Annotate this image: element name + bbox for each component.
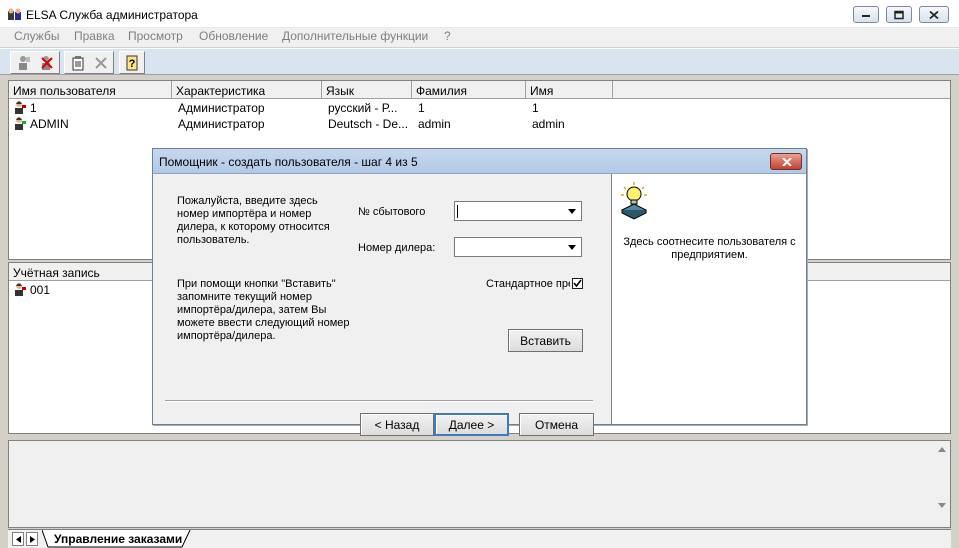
dealer-label: Номер дилера: [358, 242, 436, 254]
help-icon: ? [126, 55, 137, 71]
text-cursor [457, 205, 458, 218]
menu-help[interactable]: ? [444, 29, 451, 43]
chevron-left-icon [15, 535, 21, 543]
paste-icon [72, 56, 83, 71]
chevron-down-icon [568, 244, 576, 250]
dealer-dropdown-button[interactable] [564, 239, 580, 255]
insert-help-text: При помощи кнопки "Вставить" запомните т… [177, 278, 350, 342]
user-icon [15, 117, 26, 130]
insert-button[interactable]: Вставить [508, 329, 583, 352]
lightbulb-icon [620, 182, 648, 220]
tab-next-button[interactable] [26, 532, 38, 546]
col-filler [613, 81, 950, 99]
chevron-right-icon [29, 535, 35, 543]
cell-firstname: 1 [532, 101, 539, 115]
restore-icon [894, 10, 904, 19]
importer-label: № сбытового [358, 206, 426, 218]
col-username[interactable]: Имя пользователя [9, 81, 172, 99]
dealer-combo[interactable] [454, 237, 582, 257]
window-title: ELSA Служба администратора [26, 8, 198, 22]
delete-user-icon [40, 56, 53, 70]
dialog-hint-panel: Здесь соотнесите пользователя с предприя… [611, 174, 806, 424]
col-characteristic[interactable]: Характеристика [172, 81, 322, 99]
cell-username: 1 [30, 101, 37, 115]
cell-characteristic: Администратор [178, 101, 265, 115]
minimize-button[interactable] [853, 6, 879, 23]
col-language[interactable]: Язык [322, 81, 412, 99]
paste-button[interactable] [67, 53, 88, 73]
vertical-scrollbar[interactable] [934, 441, 950, 527]
create-user-wizard-dialog: Помощник - создать пользователя - шаг 4 … [152, 148, 807, 436]
scroll-down-icon[interactable] [938, 503, 946, 508]
toolbar-group-help: ? [119, 51, 145, 74]
user-icon [15, 101, 26, 114]
restore-button[interactable] [886, 6, 912, 23]
toolbar-group-edit [64, 51, 114, 74]
close-icon [929, 10, 939, 19]
chevron-down-icon [568, 208, 576, 214]
dialog-body: Пожалуйста, введите здесь номер импортёр… [153, 174, 612, 436]
menu-services[interactable]: Службы [14, 29, 59, 43]
cell-language: русский - Р... [328, 101, 398, 115]
back-button[interactable]: < Назад [360, 413, 434, 436]
close-icon [782, 158, 792, 166]
tab-prev-button[interactable] [12, 532, 24, 546]
minimize-icon [862, 14, 870, 17]
cancel-button[interactable]: Отмена [519, 413, 594, 436]
delete-button[interactable] [90, 53, 111, 73]
title-bar: ELSA Служба администратора [0, 0, 959, 28]
menu-view[interactable]: Просмотр [128, 29, 183, 43]
intro-text: Пожалуйста, введите здесь номер импортёр… [177, 195, 330, 246]
cell-language: Deutsch - De... [328, 117, 409, 131]
close-x-icon [94, 57, 107, 69]
toolbar: ? [0, 48, 959, 75]
cell-firstname: admin [532, 117, 565, 131]
cell-account: 001 [30, 283, 51, 297]
cell-username: ADMIN [30, 117, 69, 131]
close-window-button[interactable] [919, 6, 949, 23]
standard-label: Стандартное пре [486, 278, 570, 290]
help-button[interactable]: ? [121, 53, 142, 73]
importer-dropdown-button[interactable] [564, 203, 580, 219]
tab-bar: Управление заказами [8, 529, 951, 548]
col-surname[interactable]: Фамилия [412, 81, 526, 99]
menu-bar: Службы Правка Просмотр Обновление Дополн… [0, 28, 959, 47]
standard-checkbox[interactable] [572, 278, 583, 289]
menu-extra[interactable]: Дополнительные функции [282, 29, 428, 43]
importer-combo[interactable] [454, 201, 582, 221]
account-icon [15, 283, 26, 296]
dialog-separator [165, 400, 593, 402]
col-firstname[interactable]: Имя [526, 81, 613, 99]
dialog-title: Помощник - создать пользователя - шаг 4 … [159, 155, 418, 169]
toolbar-group-users [10, 51, 60, 74]
scroll-up-icon[interactable] [938, 447, 946, 452]
next-button[interactable]: Далее > [434, 413, 509, 436]
cell-surname: admin [418, 117, 451, 131]
menu-edit[interactable]: Правка [74, 29, 115, 43]
cell-characteristic: Администратор [178, 117, 265, 131]
tab-order-management[interactable]: Управление заказами [54, 532, 182, 546]
main-window: ELSA Служба администратора Службы Правка… [0, 0, 959, 548]
checkmark-icon [573, 279, 582, 288]
hint-text: Здесь соотнесите пользователя с предприя… [623, 236, 796, 261]
svg-text:?: ? [128, 58, 135, 70]
dialog-title-bar: Помощник - создать пользователя - шаг 4 … [153, 149, 806, 174]
dialog-close-button[interactable] [770, 153, 802, 170]
new-user-button[interactable] [13, 53, 34, 73]
menu-update[interactable]: Обновление [199, 29, 268, 43]
user-icon [18, 56, 30, 70]
cell-surname: 1 [418, 101, 425, 115]
bottom-pane [8, 440, 951, 528]
delete-user-button[interactable] [36, 53, 57, 73]
app-icon [8, 8, 21, 20]
